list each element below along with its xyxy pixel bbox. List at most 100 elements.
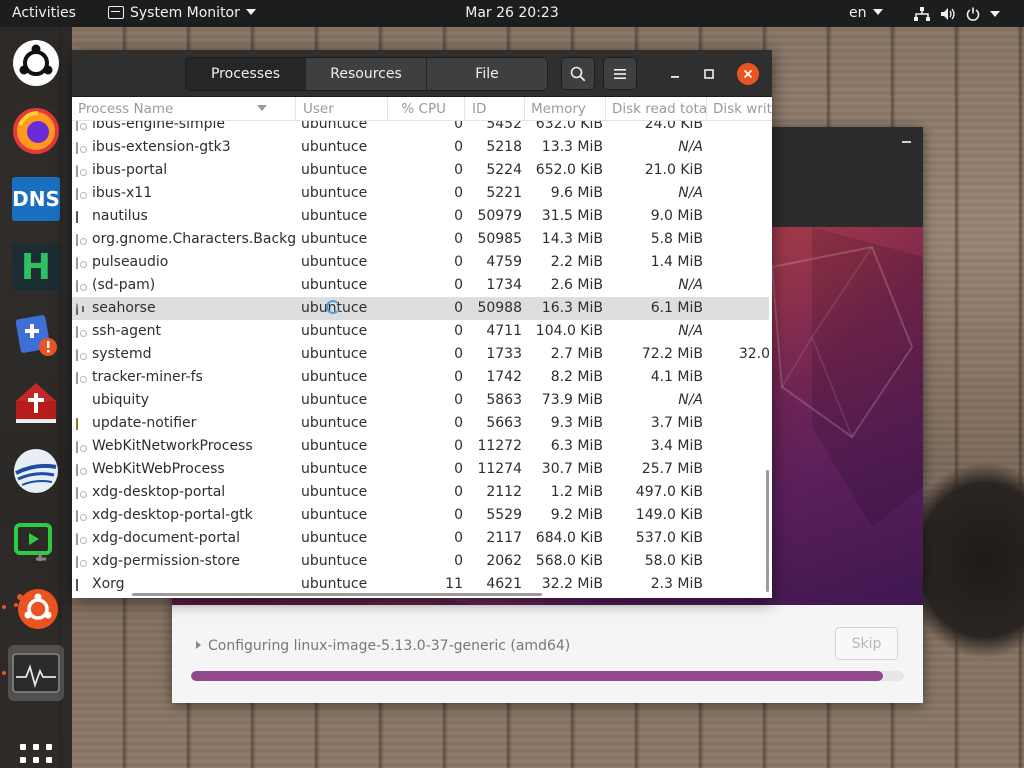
table-row[interactable]: (sd-pam) ubuntuce 0 1734 2.6 MiB N/A: [72, 274, 769, 297]
proc-icon: [76, 372, 78, 384]
proc-icon: [76, 487, 78, 499]
table-row[interactable]: ssh-agent ubuntuce 0 4711 104.0 KiB N/A: [72, 320, 769, 343]
id-cell: 5218: [486, 139, 522, 155]
skip-button[interactable]: Skip: [835, 627, 898, 660]
installer-status-text: Configuring linux-image-5.13.0-37-generi…: [208, 638, 571, 654]
table-row[interactable]: WebKitWebProcess ubuntuce 0 11274 30.7 M…: [72, 458, 769, 481]
id-cell: 1733: [486, 346, 522, 362]
dock-system-monitor[interactable]: [8, 645, 64, 701]
column-header-disk-write[interactable]: Disk write total: [707, 97, 772, 120]
id-cell: 5863: [486, 392, 522, 408]
search-button[interactable]: [561, 57, 595, 90]
disk-read-cell: N/A: [678, 323, 703, 339]
cpu-cell: 0: [454, 277, 463, 293]
update-app-icon: [15, 315, 57, 356]
update-notifier-icon: [76, 418, 78, 430]
table-row[interactable]: xdg-permission-store ubuntuce 0 2062 568…: [72, 550, 769, 573]
process-icon: [76, 209, 90, 223]
column-header-label: % CPU: [401, 101, 446, 117]
memory-cell: 2.7 MiB: [550, 346, 603, 362]
table-row[interactable]: nautilus ubuntuce 0 50979 31.5 MiB 9.0 M…: [72, 205, 769, 228]
system-tray[interactable]: [914, 0, 1000, 27]
table-row[interactable]: ibus-x11 ubuntuce 0 5221 9.6 MiB N/A: [72, 182, 769, 205]
app-menu-button[interactable]: System Monitor: [108, 0, 256, 27]
user-cell: ubuntuce: [301, 369, 368, 385]
table-row[interactable]: systemd ubuntuce 0 1733 2.7 MiB 72.2 MiB…: [72, 343, 769, 366]
process-name-cell: (sd-pam): [92, 277, 156, 293]
dock-dns-app[interactable]: DNS: [8, 171, 64, 227]
table-row[interactable]: WebKitNetworkProcess ubuntuce 0 11272 6.…: [72, 435, 769, 458]
horizontal-scrollbar[interactable]: [132, 593, 542, 596]
table-row[interactable]: xdg-desktop-portal ubuntuce 0 2112 1.2 M…: [72, 481, 769, 504]
column-header-user[interactable]: User: [296, 97, 388, 120]
tab-resources[interactable]: Resources: [306, 58, 427, 90]
column-header-memory[interactable]: Memory: [525, 97, 606, 120]
dock-ubiquity-installer[interactable]: [8, 579, 64, 635]
id-cell: 4759: [486, 254, 522, 270]
disk-write-cell: [708, 274, 769, 297]
table-row[interactable]: ubiquity ubuntuce 0 5863 73.9 MiB N/A: [72, 389, 769, 412]
table-row[interactable]: tracker-miner-fs ubuntuce 0 1742 8.2 MiB…: [72, 366, 769, 389]
activities-button[interactable]: Activities: [12, 0, 76, 27]
clock-label[interactable]: Mar 26 20:23: [465, 5, 558, 21]
language-menu[interactable]: en: [849, 0, 883, 27]
memory-cell: 2.2 MiB: [550, 254, 603, 270]
dock-ubuntu-logo[interactable]: [8, 35, 64, 91]
process-list[interactable]: ibus-engine-simple ubuntuce 0 5452 632.0…: [72, 121, 769, 598]
process-icon: [76, 347, 90, 361]
table-row[interactable]: xdg-desktop-portal-gtk ubuntuce 0 5529 9…: [72, 504, 769, 527]
maximize-button[interactable]: [698, 63, 720, 85]
user-cell: ubuntuce: [301, 277, 368, 293]
dock-update-app[interactable]: [8, 307, 64, 363]
dock-media-app[interactable]: [8, 511, 64, 567]
process-icon: [76, 485, 90, 499]
dock-app[interactable]: [8, 443, 64, 499]
process-icon: [76, 462, 90, 476]
disk-read-cell: 5.8 MiB: [650, 231, 703, 247]
column-header-id[interactable]: ID: [465, 97, 525, 120]
user-cell: ubuntuce: [301, 139, 368, 155]
close-icon: [743, 69, 753, 79]
table-row[interactable]: org.gnome.Characters.BackgroundService u…: [72, 228, 769, 251]
table-row[interactable]: update-notifier ubuntuce 0 5663 9.3 MiB …: [72, 412, 769, 435]
show-apps-icon[interactable]: [20, 744, 52, 768]
minimize-button[interactable]: [664, 63, 686, 85]
tab-file-systems[interactable]: File Systems: [427, 58, 547, 90]
table-row[interactable]: pulseaudio ubuntuce 0 4759 2.2 MiB 1.4 M…: [72, 251, 769, 274]
process-icon: [76, 121, 90, 131]
dock-h-app[interactable]: H: [8, 239, 64, 295]
dock: DNS H: [0, 27, 72, 768]
table-row[interactable]: seahorse ubuntuce 0 50988 16.3 MiB 6.1 M…: [72, 297, 769, 320]
cpu-cell: 0: [454, 507, 463, 523]
cpu-cell: 0: [454, 162, 463, 178]
tab-processes[interactable]: Processes: [186, 58, 306, 90]
power-icon: [966, 7, 980, 21]
column-header-disk-read[interactable]: Disk read total: [606, 97, 707, 120]
table-row[interactable]: ibus-portal ubuntuce 0 5224 652.0 KiB 21…: [72, 159, 769, 182]
close-button[interactable]: [737, 63, 759, 85]
column-header-process-name[interactable]: Process Name: [72, 97, 296, 120]
disk-write-cell: [708, 435, 769, 458]
process-icon: [76, 508, 90, 522]
disk-write-cell: [708, 205, 769, 228]
column-header-cpu[interactable]: % CPU: [388, 97, 465, 120]
disk-read-cell: 6.1 MiB: [650, 300, 703, 316]
process-icon: [76, 255, 90, 269]
hamburger-menu-button[interactable]: [603, 57, 637, 90]
dns-app-icon: DNS: [12, 177, 60, 221]
id-cell: 11274: [477, 461, 522, 477]
process-icon: [76, 301, 90, 315]
dock-firefox[interactable]: [8, 103, 64, 159]
cpu-cell: 0: [454, 392, 463, 408]
dock-bible-app[interactable]: [8, 375, 64, 431]
table-row[interactable]: ibus-engine-simple ubuntuce 0 5452 632.0…: [72, 121, 769, 136]
table-row[interactable]: xdg-document-portal ubuntuce 0 2117 684.…: [72, 527, 769, 550]
installer-status[interactable]: Configuring linux-image-5.13.0-37-generi…: [196, 638, 570, 654]
minimize-icon[interactable]: [902, 141, 911, 143]
vertical-scrollbar[interactable]: [766, 470, 769, 592]
id-cell: 5224: [486, 162, 522, 178]
disk-read-cell: N/A: [678, 139, 703, 155]
memory-cell: 652.0 KiB: [535, 162, 603, 178]
network-icon: [914, 6, 930, 21]
table-row[interactable]: ibus-extension-gtk3 ubuntuce 0 5218 13.3…: [72, 136, 769, 159]
